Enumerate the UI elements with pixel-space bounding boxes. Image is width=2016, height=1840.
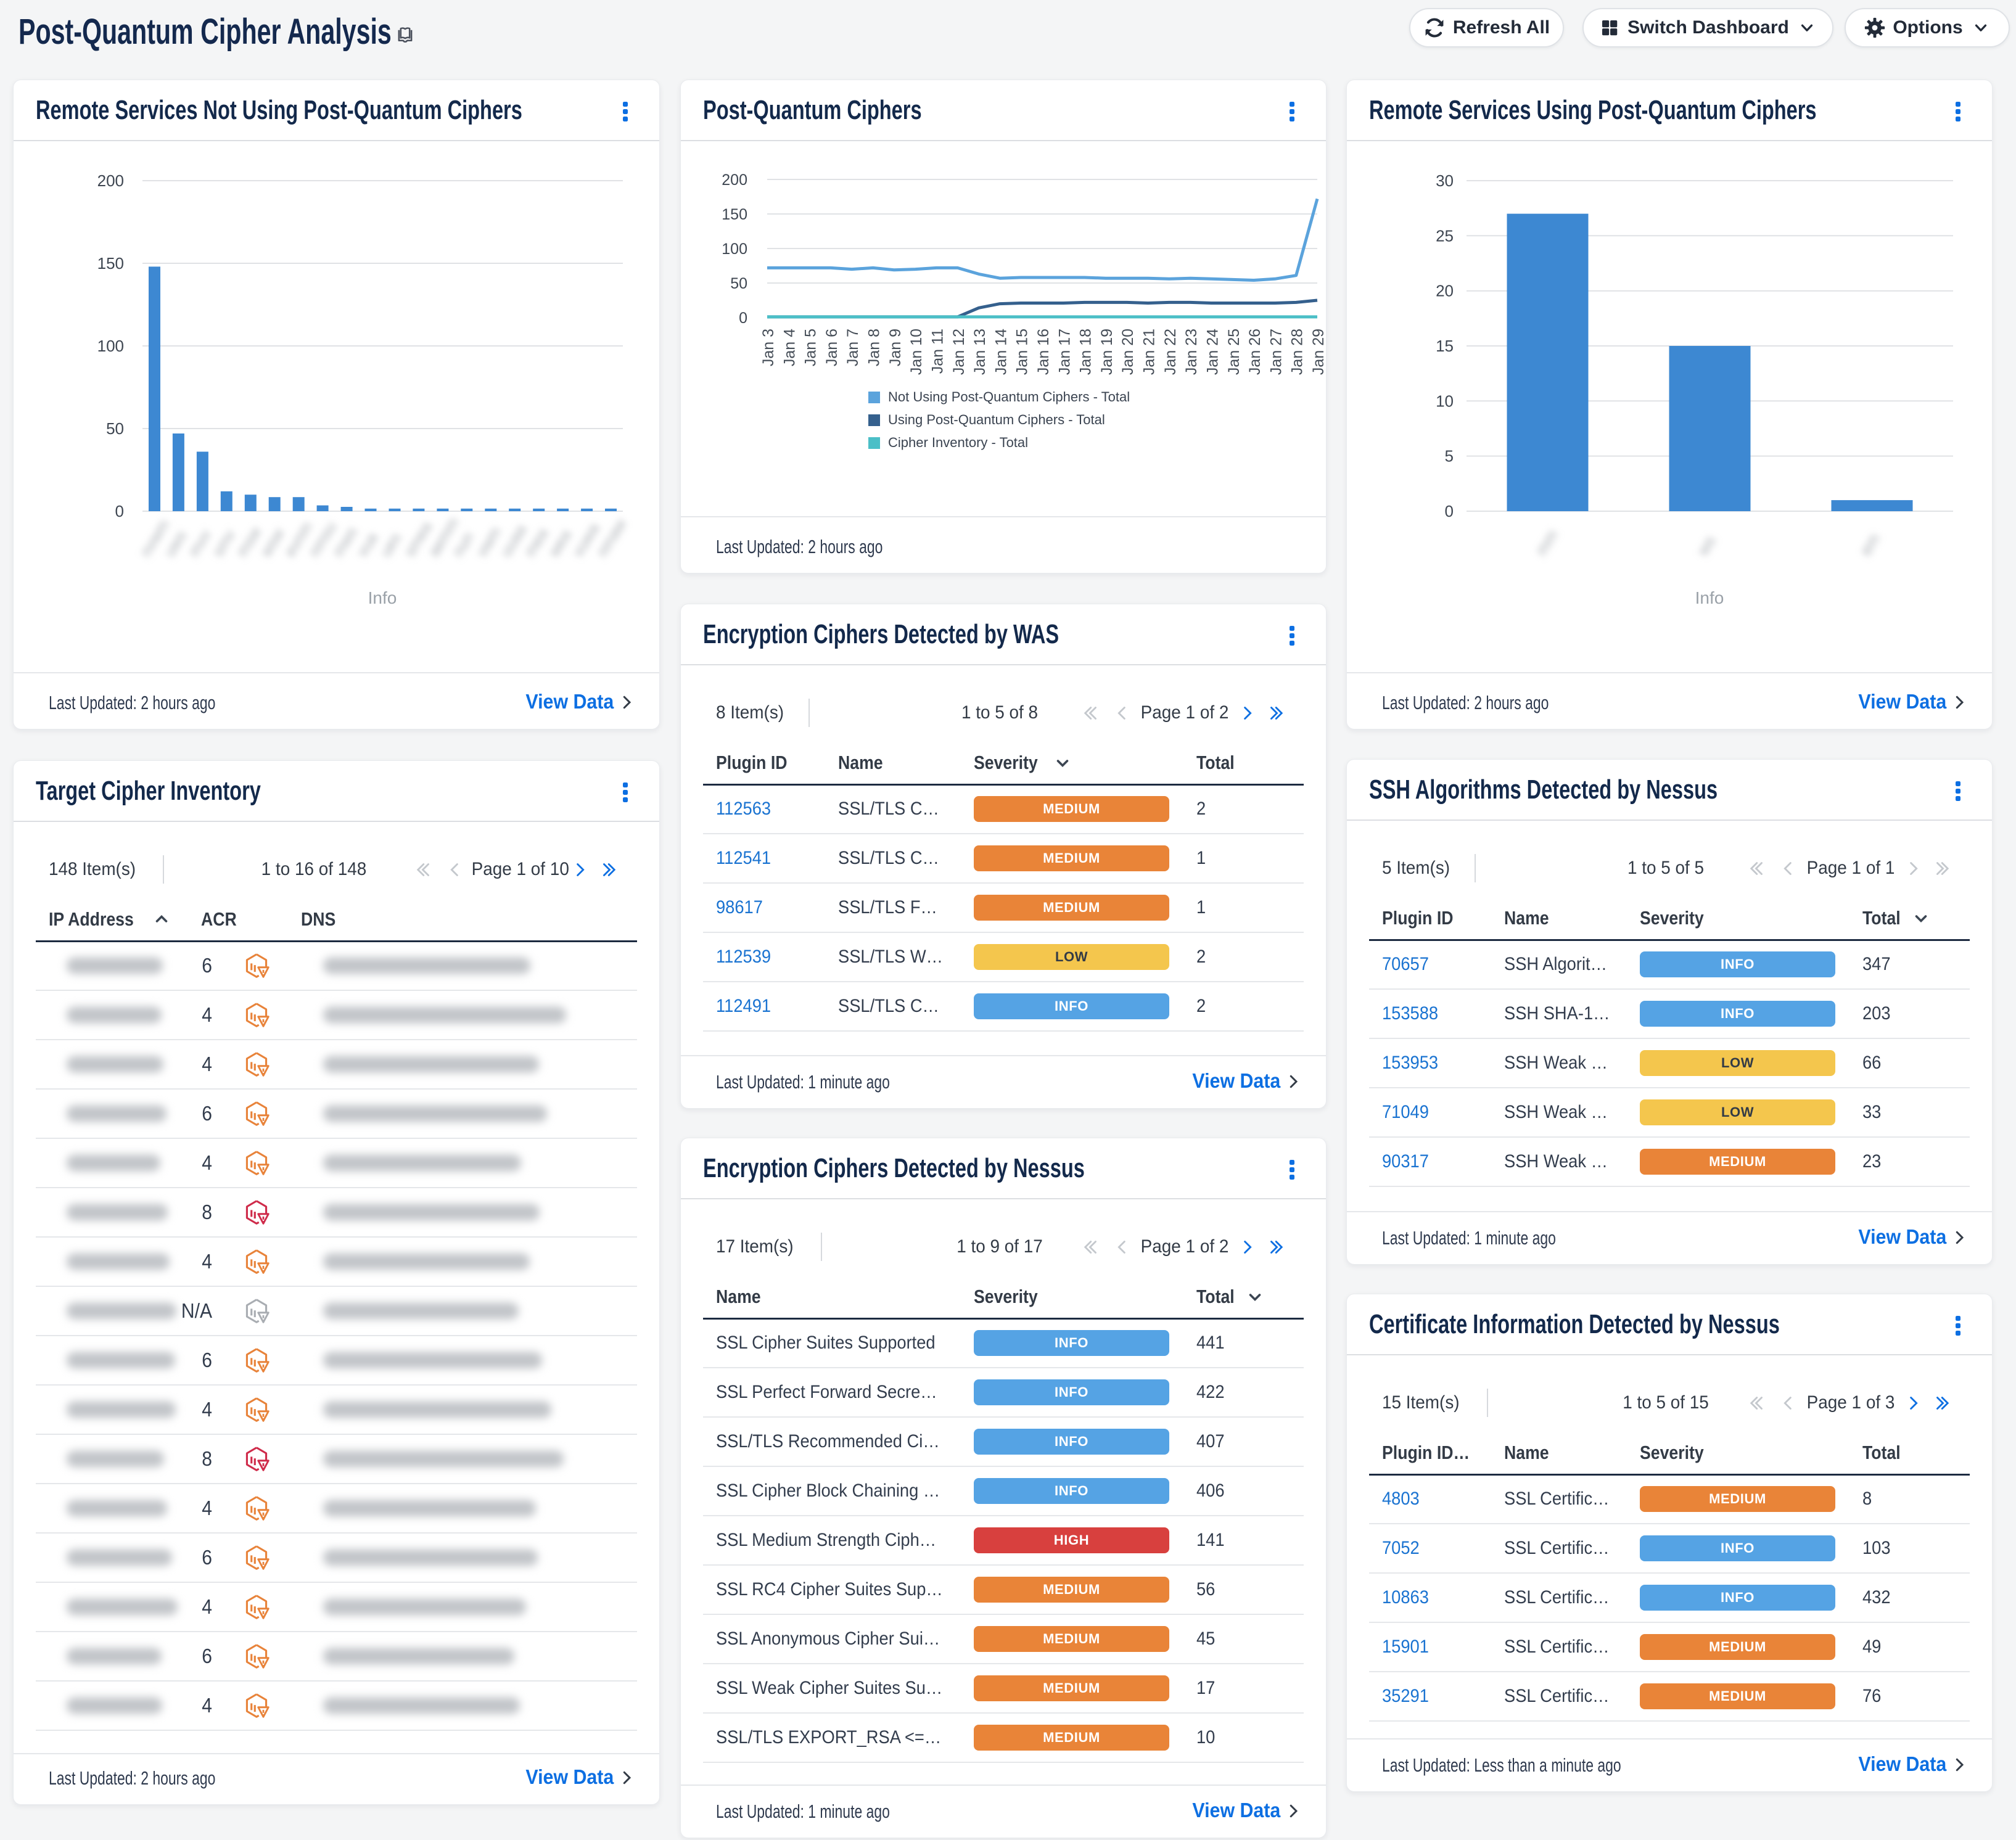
svg-text:Jan 21: Jan 21	[1141, 329, 1158, 375]
svg-text:Jan 22: Jan 22	[1162, 329, 1179, 375]
svg-text:25: 25	[1436, 226, 1454, 245]
svg-text:Jan 20: Jan 20	[1119, 329, 1137, 375]
svg-text:ws: ws	[1693, 532, 1719, 559]
svg-text:5: 5	[1445, 447, 1454, 466]
svg-text:Not Using Post-Quantum Ciphers: Not Using Post-Quantum Ciphers - Total	[888, 389, 1130, 405]
svg-text:Jan 6: Jan 6	[823, 329, 841, 366]
svg-text:100: 100	[722, 240, 747, 258]
svg-text:Info: Info	[368, 588, 397, 607]
svg-text:0: 0	[115, 502, 124, 520]
svg-text:Jan 23: Jan 23	[1183, 329, 1200, 375]
svg-text:nmaw: nmaw	[593, 515, 630, 560]
svg-text:ues: ues	[377, 530, 405, 560]
svg-text:0: 0	[1445, 502, 1454, 520]
svg-text:msw: msw	[233, 524, 265, 560]
svg-text:50: 50	[106, 419, 124, 438]
svg-text:Jan 10: Jan 10	[908, 329, 925, 375]
svg-text:Jan 4: Jan 4	[781, 329, 798, 366]
svg-text:20: 20	[1436, 282, 1454, 300]
svg-text:em: em	[1856, 530, 1884, 559]
svg-text:10: 10	[1436, 392, 1454, 410]
svg-text:15: 15	[1436, 337, 1454, 355]
svg-text:Jan 27: Jan 27	[1267, 329, 1285, 375]
svg-text:Jan 24: Jan 24	[1204, 329, 1222, 375]
svg-text:Info: Info	[1695, 588, 1724, 607]
svg-text:200: 200	[97, 171, 124, 190]
svg-text:Jan 9: Jan 9	[887, 329, 904, 366]
svg-text:200: 200	[722, 171, 747, 189]
svg-text:30: 30	[1436, 171, 1454, 190]
svg-text:100: 100	[97, 337, 124, 355]
svg-text:Cipher Inventory - Total: Cipher Inventory - Total	[888, 435, 1028, 450]
svg-text:Jan 8: Jan 8	[866, 329, 883, 366]
svg-text:mm: mm	[1532, 527, 1561, 559]
svg-text:vwm: vwm	[473, 524, 504, 560]
svg-text:Jan 14: Jan 14	[992, 329, 1010, 375]
svg-text:Jan 5: Jan 5	[802, 329, 820, 366]
svg-text:Jan 12: Jan 12	[950, 329, 968, 375]
svg-text:mvv: mvv	[185, 527, 215, 560]
svg-text:smv: smv	[209, 527, 239, 560]
svg-text:Using Post-Quantum Ciphers - T: Using Post-Quantum Ciphers - Total	[888, 412, 1105, 427]
svg-text:Jan 13: Jan 13	[971, 329, 989, 375]
svg-text:150: 150	[722, 206, 747, 223]
svg-text:Jan 25: Jan 25	[1225, 329, 1243, 375]
svg-text:50: 50	[730, 275, 747, 292]
svg-text:Jan 3: Jan 3	[760, 329, 777, 366]
svg-text:uuaa: uuaa	[497, 522, 530, 560]
svg-text:Jan 17: Jan 17	[1056, 329, 1073, 375]
svg-text:Jan 19: Jan 19	[1098, 329, 1116, 375]
svg-text:Jan 11: Jan 11	[929, 329, 947, 374]
svg-text:Jan 29: Jan 29	[1310, 329, 1327, 375]
svg-text:Jan 15: Jan 15	[1014, 329, 1031, 375]
svg-text:0: 0	[739, 310, 747, 327]
svg-text:wea: wea	[545, 527, 575, 561]
svg-text:Jan 7: Jan 7	[844, 329, 862, 366]
svg-text:Jan 16: Jan 16	[1035, 329, 1052, 375]
svg-text:150: 150	[97, 254, 124, 273]
svg-text:Jan 28: Jan 28	[1289, 329, 1306, 375]
svg-text:Jan 18: Jan 18	[1077, 329, 1095, 375]
svg-text:wsw: wsw	[257, 525, 289, 561]
svg-text:Jan 26: Jan 26	[1246, 329, 1264, 375]
